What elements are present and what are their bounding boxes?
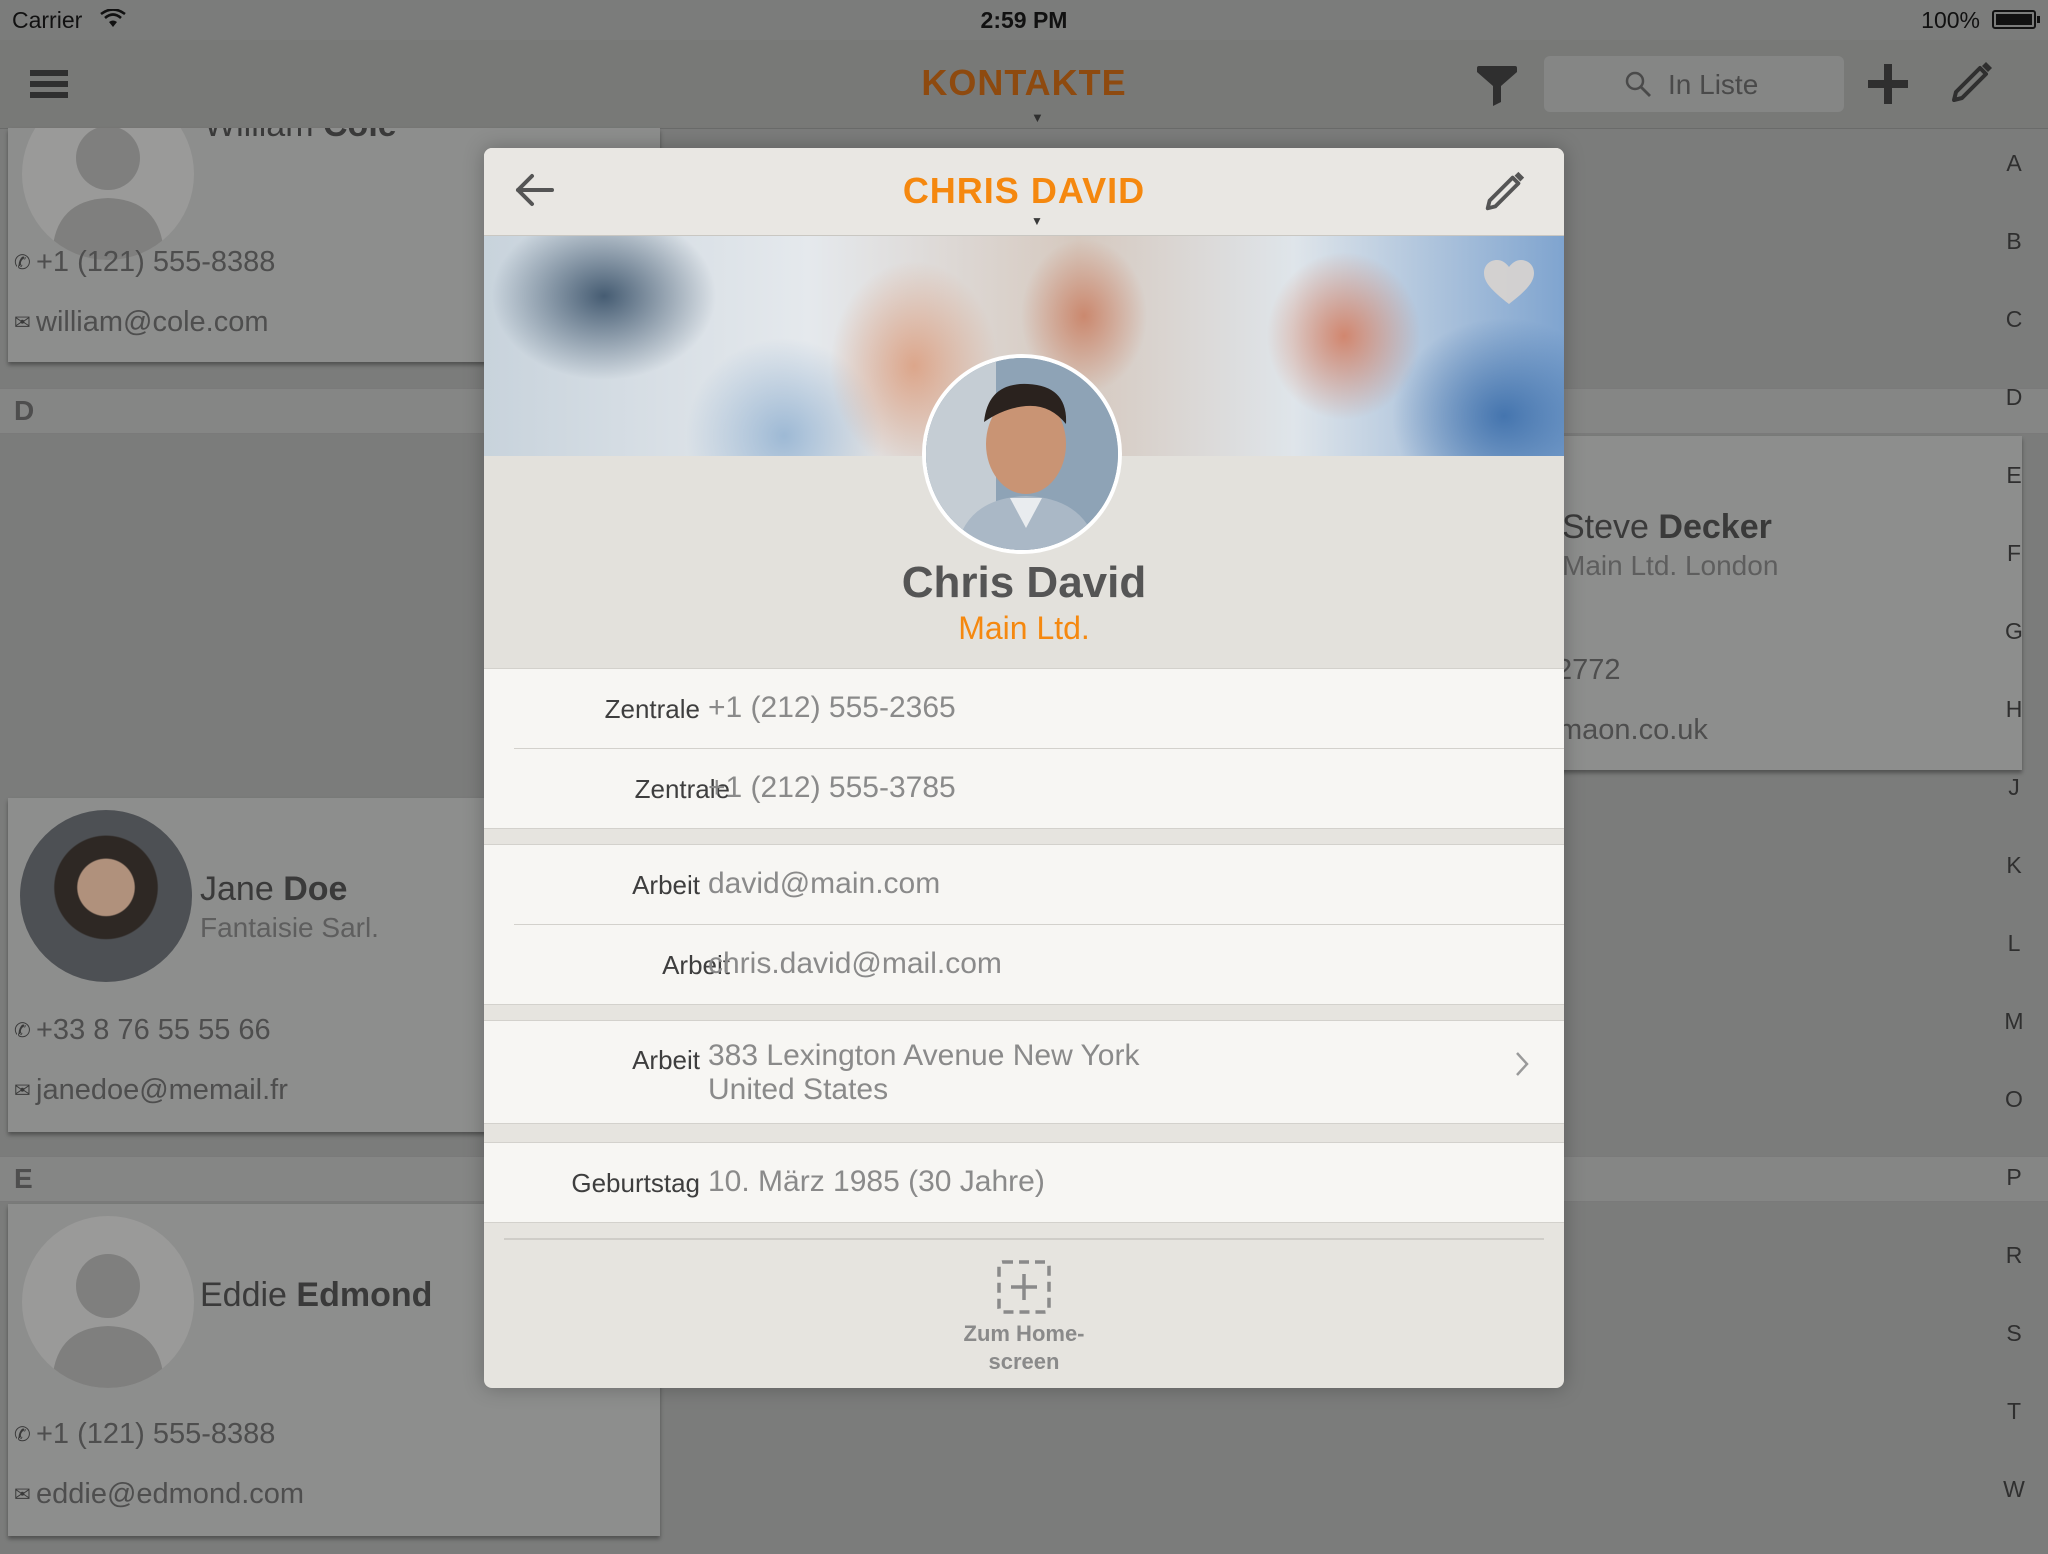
index-letter-t[interactable]: T: [1994, 1398, 2034, 1476]
homescreen-label: Zum Home- screen: [963, 1321, 1085, 1374]
contact-avatar: [922, 354, 1122, 554]
email-group: Arbeit david@main.com Arbeit chris.david…: [484, 844, 1564, 1005]
email-row[interactable]: Arbeit chris.david@mail.com: [514, 924, 1564, 1004]
contact-company: Main Ltd. London: [1562, 550, 1779, 581]
add-to-homescreen-button[interactable]: Zum Home- screen: [924, 1258, 1124, 1384]
contact-phone[interactable]: 2772: [1556, 654, 1621, 687]
clock: 2:59 PM: [980, 7, 1068, 33]
contact-detail-popover: CHRIS DAVID ▼ Chris David Main Ltd. Zent…: [484, 148, 1564, 1388]
contact-name: William Cole: [204, 128, 397, 145]
phone-icon: ✆: [14, 252, 31, 274]
index-letter-l[interactable]: L: [1994, 930, 2034, 1008]
battery-percent: 100%: [1921, 7, 1980, 33]
popover-title[interactable]: CHRIS DAVID: [484, 170, 1564, 212]
index-letter-a[interactable]: A: [1994, 150, 2034, 228]
phone-label: Zentrale: [604, 694, 700, 724]
index-letter-w[interactable]: W: [1994, 1476, 2034, 1554]
edit-pencil-icon[interactable]: [1480, 168, 1528, 216]
index-letter-c[interactable]: C: [1994, 306, 2034, 384]
favorite-heart-icon[interactable]: [1481, 258, 1537, 308]
contact-email[interactable]: maon.co.uk: [1558, 714, 1708, 747]
search-icon: [1625, 71, 1651, 97]
phone-value[interactable]: +1 (212) 555-2365: [708, 691, 956, 725]
portrait-image: [926, 358, 1118, 550]
birthday-row[interactable]: Geburtstag 10. März 1985 (30 Jahre): [484, 1143, 1564, 1222]
contact-phone[interactable]: ✆ +1 (121) 555-8388: [14, 1418, 275, 1451]
contact-name: Jane Doe: [200, 870, 348, 908]
search-input[interactable]: In Liste: [1544, 56, 1844, 112]
index-letter-k[interactable]: K: [1994, 852, 2034, 930]
phone-row[interactable]: Zentrale +1 (212) 555-2365: [484, 669, 1564, 748]
contact-email[interactable]: ✉ william@cole.com: [14, 306, 268, 339]
contact-email[interactable]: ✉ eddie@edmond.com: [14, 1478, 304, 1511]
mail-icon: ✉: [14, 312, 31, 334]
search-placeholder: In Liste: [1668, 69, 1759, 100]
email-value[interactable]: chris.david@mail.com: [708, 947, 1002, 981]
index-letter-e[interactable]: E: [1994, 462, 2034, 540]
phone-group: Zentrale +1 (212) 555-2365 Zentrale +1 (…: [484, 668, 1564, 829]
person-silhouette-icon: [52, 1254, 164, 1388]
add-icon[interactable]: [1864, 60, 1912, 108]
contact-phone[interactable]: ✆ +1 (121) 555-8388: [14, 246, 275, 279]
contact-name: Steve Decker: [1562, 508, 1772, 546]
phone-icon: ✆: [14, 1424, 31, 1446]
contact-company[interactable]: Main Ltd.: [484, 610, 1564, 647]
title-dropdown-caret-icon[interactable]: ▼: [1031, 110, 1044, 125]
mail-icon: ✉: [14, 1484, 31, 1506]
divider: [504, 1238, 1544, 1240]
popover-header: CHRIS DAVID ▼: [484, 148, 1564, 236]
navbar: KONTAKTE ▼ In Liste: [0, 40, 2048, 129]
email-row[interactable]: Arbeit david@main.com: [484, 845, 1564, 924]
add-to-homescreen-icon: [997, 1260, 1051, 1314]
avatar-photo: [20, 810, 192, 982]
filter-icon[interactable]: [1474, 62, 1520, 108]
index-letter-j[interactable]: J: [1994, 774, 2034, 852]
index-letter-o[interactable]: O: [1994, 1086, 2034, 1164]
status-bar: Carrier 2:59 PM 100%: [0, 0, 2048, 40]
contact-name: Eddie Edmond: [200, 1276, 433, 1314]
contact-email[interactable]: ✉ janedoe@memail.fr: [14, 1074, 288, 1107]
index-letter-f[interactable]: F: [1994, 540, 2034, 618]
contact-name: Chris David: [901, 558, 1147, 607]
person-silhouette-icon: [52, 128, 164, 260]
mail-icon: ✉: [14, 1080, 31, 1102]
index-letter-m[interactable]: M: [1994, 1008, 2034, 1086]
phone-icon: ✆: [14, 1020, 31, 1042]
index-letter-h[interactable]: H: [1994, 696, 2034, 774]
address-label: Arbeit: [632, 1045, 700, 1075]
birthday-label: Geburtstag: [571, 1168, 700, 1198]
avatar-placeholder: [22, 128, 194, 260]
phone-row[interactable]: Zentrale +1 (212) 555-3785: [514, 748, 1564, 828]
address-line1: 383 Lexington Avenue New York: [708, 1039, 1140, 1072]
email-value[interactable]: david@main.com: [708, 867, 940, 901]
address-group: Arbeit 383 Lexington Avenue New York Uni…: [484, 1020, 1564, 1124]
phone-value[interactable]: +1 (212) 555-3785: [708, 771, 956, 805]
index-letter-g[interactable]: G: [1994, 618, 2034, 696]
title-dropdown-caret-icon[interactable]: ▼: [1031, 214, 1043, 228]
index-letter-b[interactable]: B: [1994, 228, 2034, 306]
address-row[interactable]: Arbeit 383 Lexington Avenue New York Uni…: [484, 1021, 1564, 1123]
index-letter-d[interactable]: D: [1994, 384, 2034, 462]
birthday-value: 10. März 1985 (30 Jahre): [708, 1165, 1045, 1198]
edit-pencil-icon[interactable]: [1946, 58, 1996, 108]
avatar-placeholder: [22, 1216, 194, 1388]
alphabet-index[interactable]: ABCDEFGHJKLMOPRSTW: [1994, 150, 2034, 1530]
chevron-right-icon[interactable]: [1514, 1049, 1530, 1079]
index-letter-r[interactable]: R: [1994, 1242, 2034, 1320]
email-label: Arbeit: [632, 870, 700, 900]
contact-company: Fantaisie Sarl.: [200, 912, 379, 943]
index-letter-p[interactable]: P: [1994, 1164, 2034, 1242]
address-value[interactable]: 383 Lexington Avenue New York United Sta…: [708, 1039, 1139, 1107]
battery-icon: [1992, 10, 2040, 29]
index-letter-s[interactable]: S: [1994, 1320, 2034, 1398]
birthday-group: Geburtstag 10. März 1985 (30 Jahre): [484, 1142, 1564, 1223]
contact-phone[interactable]: ✆ +33 8 76 55 55 66: [14, 1014, 271, 1047]
address-line2: United States: [708, 1073, 889, 1106]
